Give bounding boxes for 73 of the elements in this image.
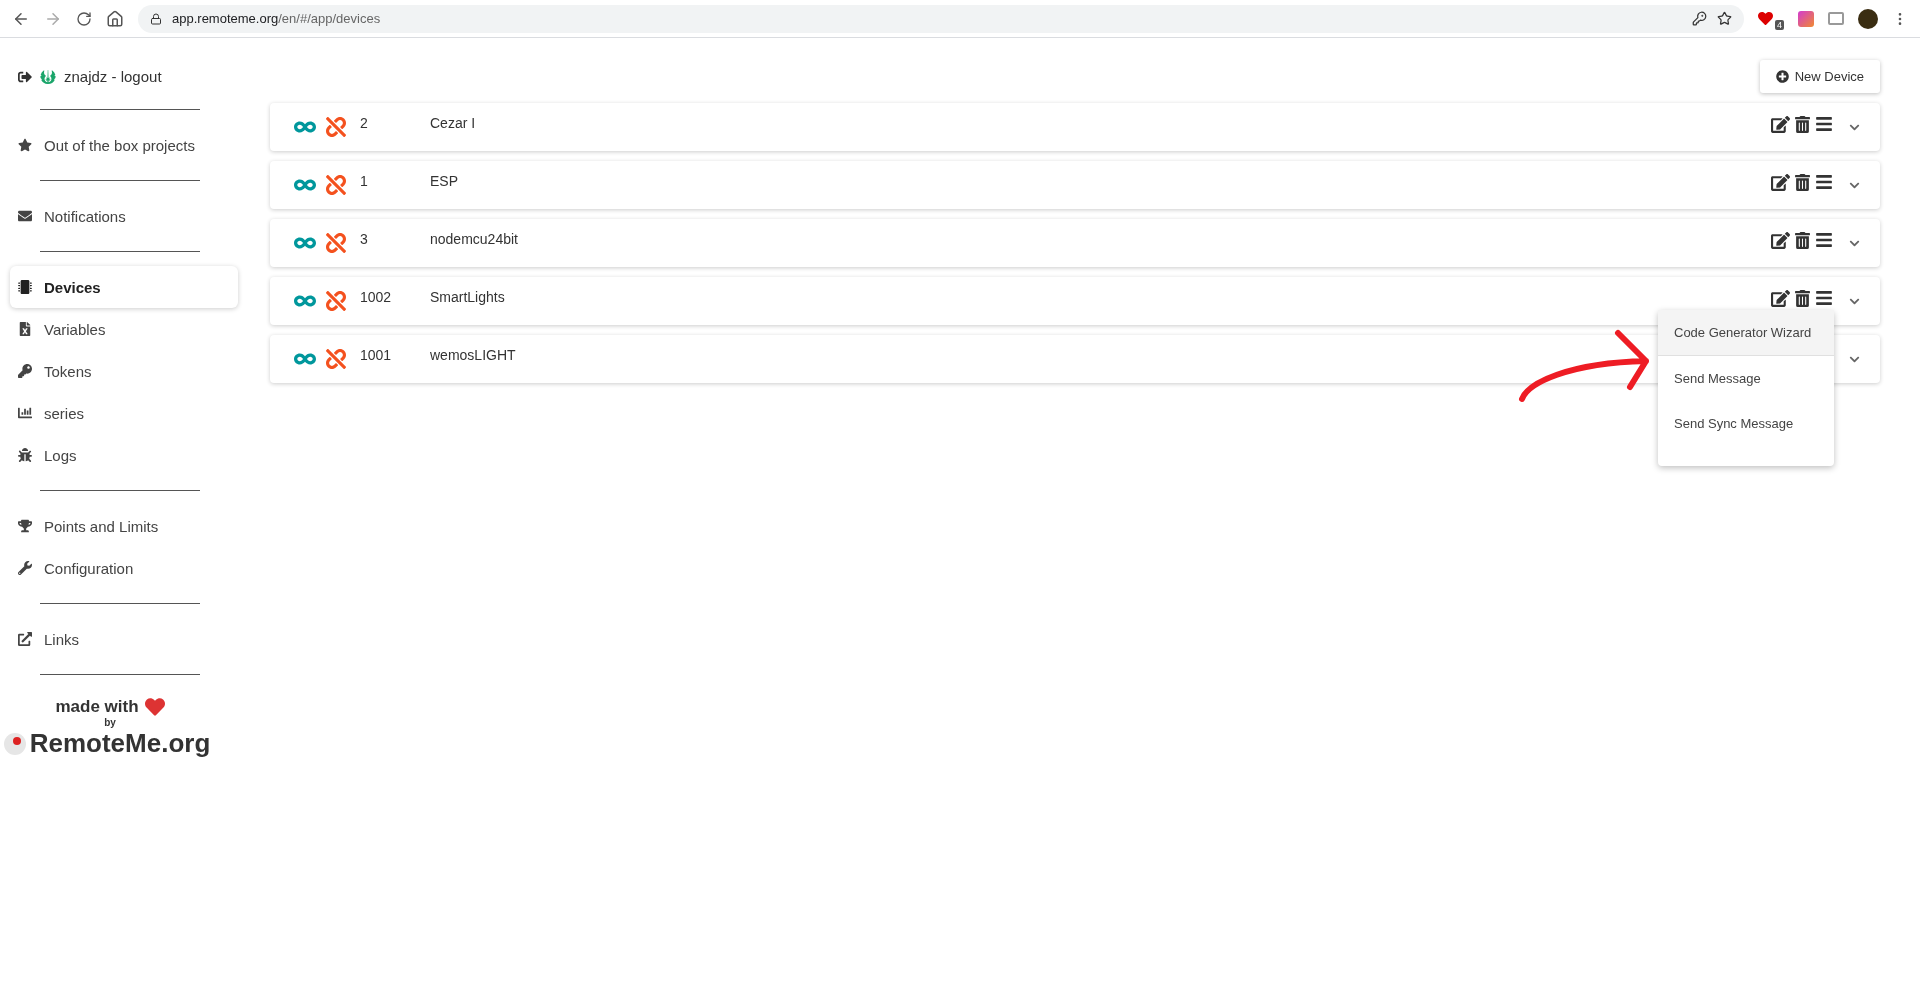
delete-icon[interactable] [1794, 231, 1811, 249]
device-id: 1001 [360, 347, 393, 363]
plus-icon [1775, 70, 1789, 83]
delete-icon[interactable] [1794, 173, 1811, 191]
made-with-text: made with [55, 697, 139, 717]
broken-link-icon [326, 233, 346, 253]
key-icon[interactable] [1692, 11, 1707, 26]
key-icon [18, 364, 32, 378]
url-path: /en/#/app/devices [278, 11, 381, 26]
device-id: 3 [360, 231, 369, 247]
url-host: app.remoteme.org [172, 11, 279, 26]
device-name: SmartLights [430, 289, 505, 305]
profile-avatar[interactable] [1858, 8, 1878, 29]
sidebar-item[interactable]: Notifications [10, 195, 238, 237]
delete-icon[interactable] [1794, 115, 1811, 133]
external-link-icon [18, 632, 32, 646]
emblem-icon [40, 68, 56, 85]
sidebar-item[interactable]: Devices [10, 266, 238, 308]
menu-item[interactable]: Send Message [1658, 356, 1834, 401]
delete-icon[interactable] [1794, 289, 1811, 307]
sidebar-item[interactable]: Out of the box projects [10, 124, 238, 166]
edit-icon[interactable] [1771, 114, 1790, 134]
by-text: by [104, 717, 116, 728]
sidebar-item[interactable]: Tokens [10, 350, 238, 392]
device-name: nodemcu24bit [430, 231, 518, 247]
extension-icon[interactable] [1758, 11, 1773, 26]
lock-icon [150, 12, 162, 25]
new-device-button[interactable]: New Device [1759, 60, 1880, 93]
brand-logo-text: RemoteMe.org [29, 728, 211, 759]
broken-link-icon [326, 117, 346, 137]
star-icon [18, 138, 32, 152]
trophy-icon [18, 519, 32, 533]
chip-icon [18, 280, 32, 294]
cast-icon[interactable] [1828, 12, 1844, 25]
extension-icon[interactable] [1798, 10, 1814, 27]
device-name: wemosLIGHT [430, 347, 516, 363]
bar-chart-icon [18, 406, 32, 420]
sidebar-item[interactable]: Variables [10, 308, 238, 350]
device-name: Cezar I [430, 115, 476, 131]
star-icon[interactable] [1717, 11, 1732, 26]
device-id: 2 [360, 115, 369, 131]
heart-icon [144, 697, 165, 717]
wrench-icon [18, 561, 32, 575]
broken-link-icon [326, 349, 346, 369]
home-icon[interactable] [106, 9, 124, 28]
edit-icon[interactable] [1771, 288, 1790, 308]
sidebar-item[interactable]: Links [10, 618, 238, 660]
menu-icon[interactable] [1815, 231, 1833, 249]
menu-icon[interactable] [1815, 173, 1833, 191]
device-name: ESP [430, 173, 458, 189]
broken-link-icon [326, 175, 346, 195]
spreadsheet-icon [18, 322, 32, 336]
broken-link-icon [326, 291, 346, 311]
extension-badge: 4 [1775, 19, 1784, 30]
logout-link[interactable]: znajdz - logout [10, 58, 240, 95]
sign-out-icon [18, 69, 32, 84]
logo-icon [3, 732, 26, 755]
menu-item[interactable]: Send Sync Message [1658, 401, 1834, 446]
sidebar-item[interactable]: Points and Limits [10, 505, 238, 547]
device-id: 1002 [360, 289, 393, 305]
envelope-icon [18, 209, 32, 223]
reload-icon[interactable] [76, 10, 92, 27]
menu-icon[interactable] [1815, 115, 1833, 133]
device-id: 1 [360, 173, 369, 189]
menu-item[interactable]: Code Generator Wizard [1658, 310, 1834, 356]
menu-icon[interactable] [1815, 289, 1833, 307]
edit-icon[interactable] [1771, 230, 1790, 250]
address-bar[interactable]: app.remoteme.org/en/#/app/devices [138, 4, 1744, 33]
edit-icon[interactable] [1771, 172, 1790, 192]
bug-icon [18, 448, 32, 462]
sidebar-item[interactable]: Logs [10, 434, 238, 476]
sidebar-item[interactable]: series [10, 392, 238, 434]
sidebar-item[interactable]: Configuration [10, 547, 238, 589]
